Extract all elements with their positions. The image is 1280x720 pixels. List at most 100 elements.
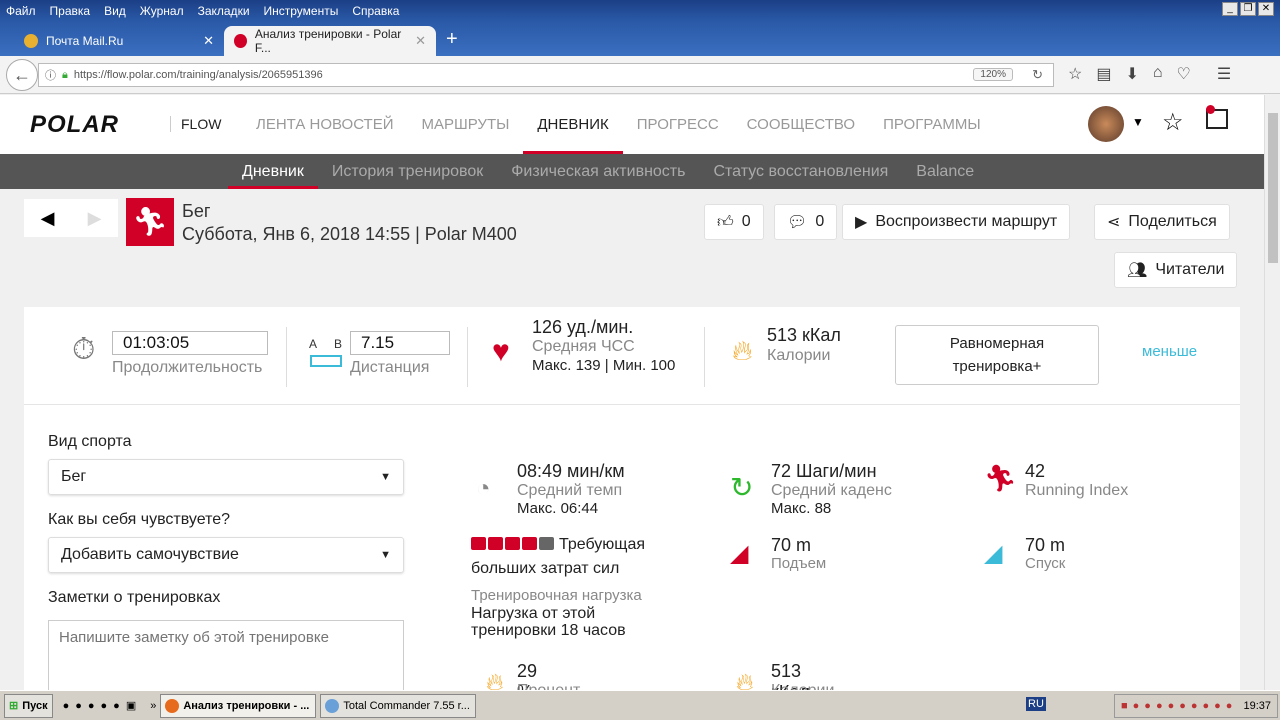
menu-history[interactable]: Журнал xyxy=(140,4,184,18)
avatar[interactable] xyxy=(1088,106,1124,142)
nav-diary[interactable]: ДНЕВНИК xyxy=(523,95,624,154)
duration-input[interactable]: 01:03:05 xyxy=(112,331,268,355)
nav-progress[interactable]: ПРОГРЕСС xyxy=(623,95,733,154)
language-indicator[interactable]: RU xyxy=(1026,697,1046,711)
site-header: POLAR FLOW ЛЕНТА НОВОСТЕЙ МАРШРУТЫ ДНЕВН… xyxy=(0,95,1264,154)
windows-icon: ⊞ xyxy=(9,700,19,712)
calories-2-label: Калории xyxy=(771,682,834,690)
flame-icon: 🔥︎ xyxy=(736,669,754,690)
close-tab-icon[interactable]: ✕ xyxy=(415,33,426,49)
calories: 513 кКал xyxy=(767,325,841,345)
summary-card: ⏱︎ 01:03:05 Продолжительность A B 7.15 Д… xyxy=(24,307,1240,405)
tab-bar: Почта Mail.Ru ✕ Анализ тренировки - Polar… xyxy=(0,22,1280,56)
pocket-icon[interactable]: ♡ xyxy=(1177,64,1191,84)
running-icon: 🏃︎ xyxy=(126,198,174,246)
subnav-history[interactable]: История тренировок xyxy=(318,154,497,189)
close-window-button[interactable]: ✕ xyxy=(1258,2,1274,16)
menu-bookmarks[interactable]: Закладки xyxy=(198,4,250,18)
polar-icon xyxy=(234,34,247,48)
next-arrow-icon[interactable]: ▶ xyxy=(71,199,118,237)
avg-cadence-label: Средний каденс xyxy=(771,482,892,499)
nav-community[interactable]: СООБЩЕСТВО xyxy=(733,95,869,154)
feeling-select[interactable]: Добавить самочувствие ▼ xyxy=(48,537,404,573)
lock-icon: 🔒︎ xyxy=(62,68,68,81)
nav-routes[interactable]: МАРШРУТЫ xyxy=(407,95,523,154)
main-nav: ЛЕНТА НОВОСТЕЙ МАРШРУТЫ ДНЕВНИК ПРОГРЕСС… xyxy=(242,95,995,154)
nav-news[interactable]: ЛЕНТА НОВОСТЕЙ xyxy=(242,95,407,154)
url-text: https://flow.polar.com/training/analysis… xyxy=(73,69,323,81)
restore-button[interactable]: ❐ xyxy=(1240,2,1256,16)
recovery-time: Нагрузка от этой тренировки 18 часов xyxy=(471,605,626,639)
reload-icon[interactable]: ↻ xyxy=(1032,67,1043,83)
less-link[interactable]: меньше xyxy=(1142,343,1197,360)
avg-hr-label: Средняя ЧСС xyxy=(532,338,635,355)
feeling-value: Добавить самочувствие xyxy=(61,546,239,563)
download-icon[interactable]: ⬇ xyxy=(1125,64,1138,84)
subnav-balance[interactable]: Balance xyxy=(902,154,988,189)
scroll-thumb[interactable] xyxy=(1268,113,1278,263)
sport-value: Бег xyxy=(61,468,87,485)
tab-mail[interactable]: Почта Mail.Ru ✕ xyxy=(14,26,224,56)
back-icon[interactable]: ← xyxy=(6,59,38,91)
sport-select[interactable]: Бег ▼ xyxy=(48,459,404,495)
comment-button[interactable]: 💬︎ 0 xyxy=(774,204,838,240)
task-total-commander[interactable]: Total Commander 7.55 r... xyxy=(320,693,477,718)
fat-percent-label: Процент калорий за xyxy=(517,682,580,690)
descent-icon: ◢ xyxy=(984,540,1003,567)
flow-label[interactable]: FLOW xyxy=(170,116,221,132)
menu-help[interactable]: Справка xyxy=(352,4,399,18)
subnav-activity[interactable]: Физическая активность xyxy=(497,154,699,189)
menu-file[interactable]: Файл xyxy=(6,4,36,18)
share-button[interactable]: ⋖ Поделиться xyxy=(1094,204,1230,240)
quick-launch-icons[interactable]: ●●●●●▣ xyxy=(63,699,143,712)
polar-logo[interactable]: POLAR xyxy=(30,111,119,139)
training-load-label: Тренировочная нагрузка xyxy=(471,587,642,604)
tab-polar[interactable]: Анализ тренировки - Polar F... ✕ xyxy=(224,26,436,56)
favorites-star-icon[interactable]: ☆ xyxy=(1162,108,1184,137)
close-tab-icon[interactable]: ✕ xyxy=(203,33,214,49)
chevron-down-icon[interactable]: ▼ xyxy=(1132,115,1144,129)
menu-view[interactable]: Вид xyxy=(104,4,126,18)
new-tab-icon[interactable]: + xyxy=(446,28,458,51)
notes-textarea[interactable] xyxy=(48,620,404,690)
system-tray: ■●●●●●●●●● 19:37 xyxy=(1114,694,1278,718)
max-cadence: Макс. 88 xyxy=(771,500,832,517)
like-button[interactable]: 👍︎ 0 xyxy=(704,204,764,240)
menu-edit[interactable]: Правка xyxy=(50,4,91,18)
reading-list-icon[interactable]: ▤ xyxy=(1096,64,1111,84)
readers-button[interactable]: 👥︎ Читатели xyxy=(1114,252,1238,288)
home-icon[interactable]: ⌂ xyxy=(1153,64,1163,84)
caret-down-icon: ▼ xyxy=(380,549,391,561)
ascent: 70 m xyxy=(771,535,812,555)
minimize-button[interactable]: _ xyxy=(1222,2,1238,16)
ab-b: B xyxy=(334,337,343,351)
menu-tools[interactable]: Инструменты xyxy=(264,4,339,18)
task-label: Total Commander 7.55 r... xyxy=(343,699,470,712)
replay-label: Воспроизвести маршрут xyxy=(875,213,1058,230)
replay-route-button[interactable]: ▶ Воспроизвести маршрут xyxy=(842,204,1071,240)
more-icon[interactable]: » xyxy=(150,700,156,712)
running-index-label: Running Index xyxy=(1025,482,1129,499)
start-button[interactable]: ⊞ Пуск xyxy=(4,693,53,718)
hamburger-menu-icon[interactable]: ☰ xyxy=(1217,64,1231,84)
info-icon[interactable]: ⓘ xyxy=(45,67,56,83)
running-index-icon: 🏃︎ xyxy=(984,463,1018,493)
tray-icons[interactable]: ■●●●●●●●●● xyxy=(1121,700,1237,712)
task-firefox[interactable]: Анализ тренировки - ... xyxy=(160,693,317,718)
nav-programs[interactable]: ПРОГРАММЫ xyxy=(869,95,995,154)
training-load-text: Требующая больших затрат сил xyxy=(471,536,646,577)
subnav-recovery[interactable]: Статус восстановления xyxy=(699,154,902,189)
flame-icon: 🔥︎ xyxy=(732,335,753,366)
readers-label: Читатели xyxy=(1155,261,1225,278)
distance-input[interactable]: 7.15 xyxy=(350,331,450,355)
distance-label: Дистанция xyxy=(350,359,430,376)
mail-icon xyxy=(24,34,38,48)
bookmark-star-icon[interactable]: ☆ xyxy=(1068,64,1082,84)
scrollbar[interactable] xyxy=(1264,95,1280,690)
avg-pace: 08:49 мин/км xyxy=(517,461,625,481)
prev-arrow-icon[interactable]: ◀ xyxy=(24,199,71,237)
url-bar[interactable]: ⓘ 🔒︎ https://flow.polar.com/training/anal… xyxy=(38,63,1054,87)
training-benefit-button[interactable]: Равномерная тренировка+ xyxy=(895,325,1099,385)
zoom-level[interactable]: 120% xyxy=(973,68,1013,81)
subnav-diary[interactable]: Дневник xyxy=(228,154,318,189)
